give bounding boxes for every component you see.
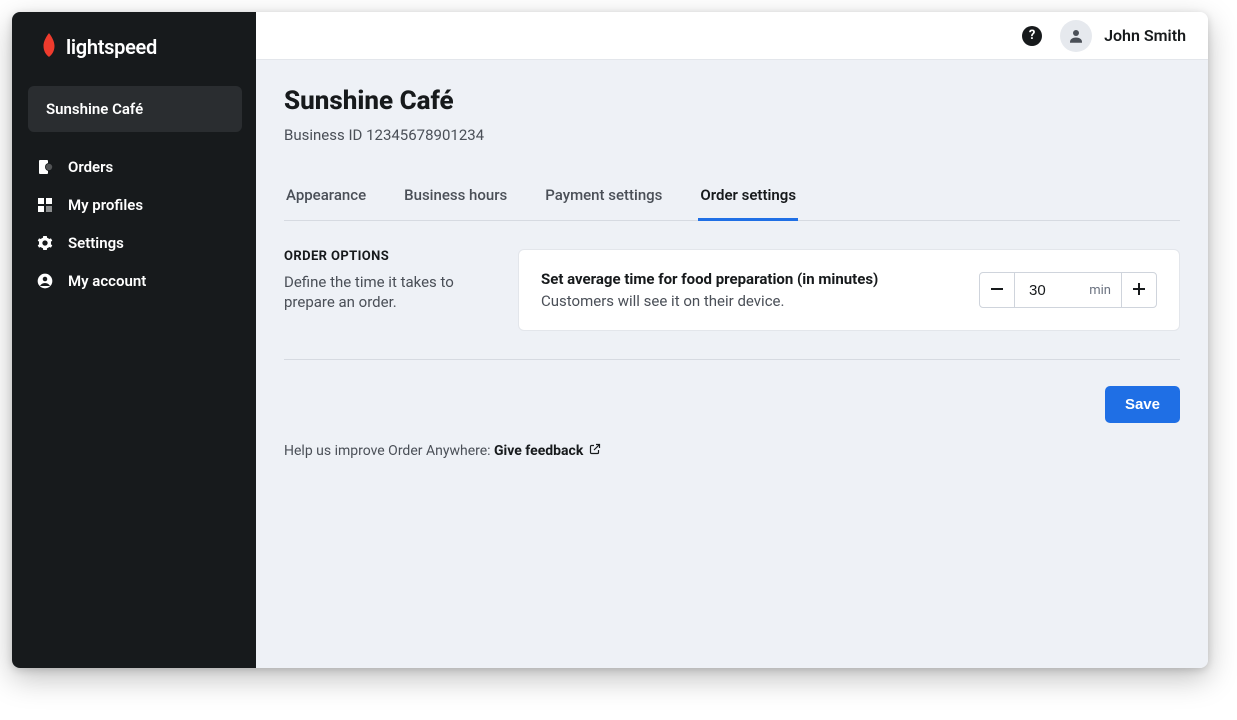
tab-appearance[interactable]: Appearance — [284, 186, 368, 221]
card-title: Set average time for food preparation (i… — [541, 270, 878, 288]
brand-logo: lightspeed — [12, 26, 256, 80]
flame-icon — [38, 32, 60, 62]
user-menu[interactable]: John Smith — [1060, 20, 1186, 52]
give-feedback-link[interactable]: Give feedback — [494, 443, 601, 459]
brand-name: lightspeed — [66, 35, 157, 59]
prep-time-stepper: min — [979, 272, 1157, 308]
user-name: John Smith — [1104, 26, 1186, 45]
sidebar-nav: Orders My profiles Settings My account — [12, 146, 256, 302]
prep-time-card: Set average time for food preparation (i… — [518, 249, 1180, 331]
sidebar-item-orders[interactable]: Orders — [20, 148, 248, 186]
sidebar-item-label: Settings — [68, 234, 124, 252]
minus-icon — [990, 281, 1004, 299]
tab-business-hours[interactable]: Business hours — [402, 186, 509, 221]
order-options-section: ORDER OPTIONS Define the time it takes t… — [284, 249, 1180, 360]
sidebar-item-settings[interactable]: Settings — [20, 224, 248, 262]
main-area: ? John Smith Sunshine Café Business ID 1… — [256, 12, 1208, 668]
page-title: Sunshine Café — [284, 86, 1180, 116]
topbar: ? John Smith — [256, 12, 1208, 60]
decrement-button[interactable] — [979, 272, 1015, 308]
avatar-icon — [1060, 20, 1092, 52]
gear-icon — [36, 235, 54, 251]
tab-order-settings[interactable]: Order settings — [698, 186, 798, 221]
tabs: Appearance Business hours Payment settin… — [284, 186, 1180, 221]
user-circle-icon — [36, 273, 54, 289]
prep-time-unit: min — [1089, 283, 1111, 298]
increment-button[interactable] — [1121, 272, 1157, 308]
external-link-icon — [589, 443, 601, 459]
sidebar-item-label: My profiles — [68, 196, 143, 214]
content: Sunshine Café Business ID 12345678901234… — [256, 60, 1208, 668]
tab-payment-settings[interactable]: Payment settings — [543, 186, 664, 221]
prep-time-field: min — [1015, 272, 1121, 308]
section-left: ORDER OPTIONS Define the time it takes t… — [284, 249, 494, 331]
grid-icon — [36, 197, 54, 213]
business-name: Sunshine Café — [46, 100, 143, 118]
business-id: Business ID 12345678901234 — [284, 126, 1180, 144]
sidebar-item-my-profiles[interactable]: My profiles — [20, 186, 248, 224]
feedback-row: Help us improve Order Anywhere: Give fee… — [284, 443, 1180, 459]
app-window: lightspeed Sunshine Café Orders My profi… — [12, 12, 1208, 668]
receipt-icon — [36, 159, 54, 175]
plus-icon — [1132, 281, 1146, 299]
sidebar-item-label: My account — [68, 272, 146, 290]
help-icon[interactable]: ? — [1022, 26, 1042, 46]
card-text: Set average time for food preparation (i… — [541, 270, 878, 310]
section-title: ORDER OPTIONS — [284, 249, 494, 264]
card-description: Customers will see it on their device. — [541, 292, 878, 310]
business-selector[interactable]: Sunshine Café — [28, 86, 242, 132]
save-button[interactable]: Save — [1105, 386, 1180, 423]
section-description: Define the time it takes to prepare an o… — [284, 272, 494, 313]
prep-time-input[interactable] — [1029, 282, 1075, 299]
sidebar: lightspeed Sunshine Café Orders My profi… — [12, 12, 256, 668]
actions-row: Save — [284, 386, 1180, 423]
sidebar-item-label: Orders — [68, 158, 113, 176]
sidebar-item-my-account[interactable]: My account — [20, 262, 248, 300]
feedback-prefix: Help us improve Order Anywhere: — [284, 443, 494, 459]
